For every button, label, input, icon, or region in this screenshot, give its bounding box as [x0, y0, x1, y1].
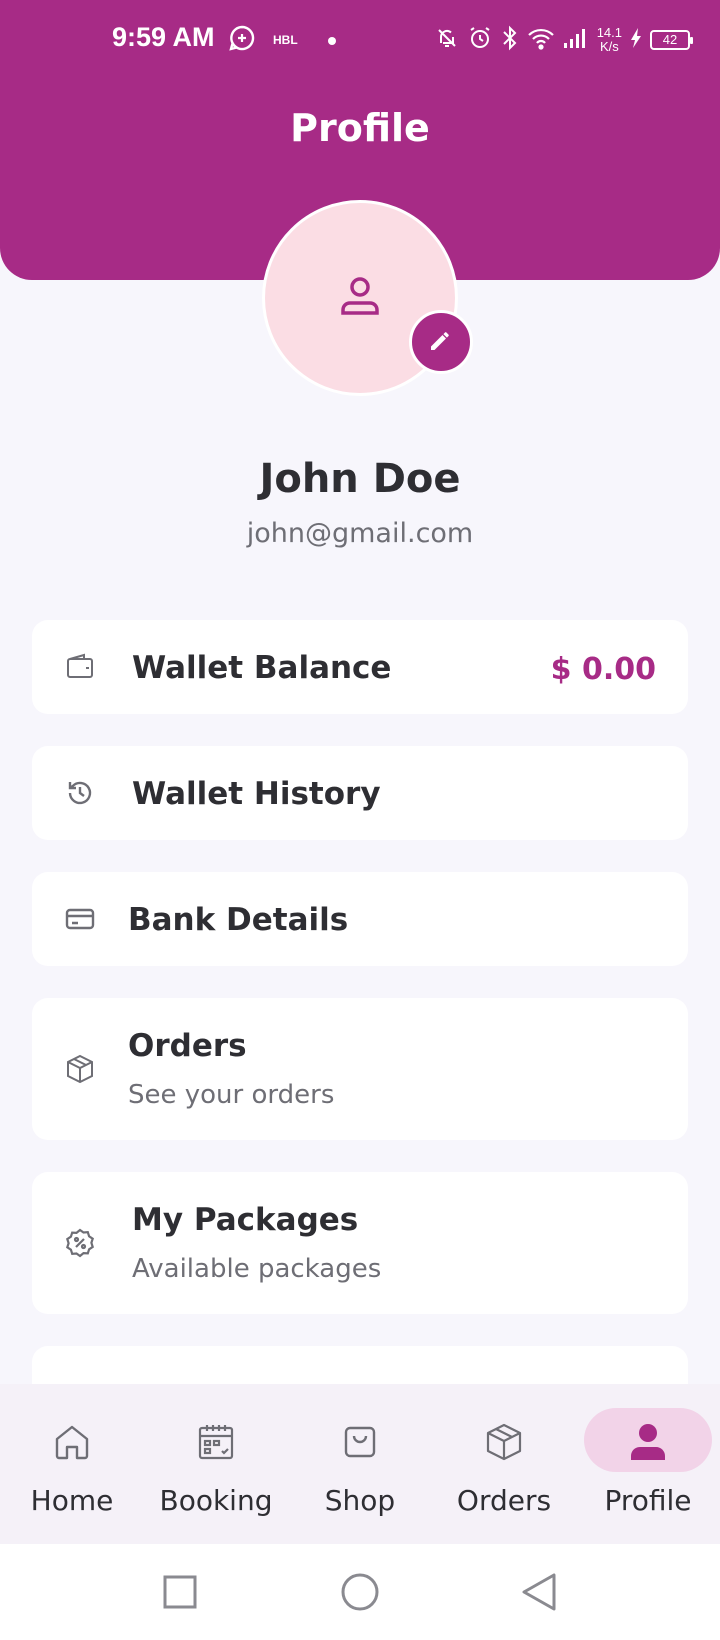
credit-card-icon	[64, 903, 96, 935]
recents-square-icon[interactable]	[162, 1574, 198, 1614]
bank-details-card[interactable]: Bank Details	[32, 872, 688, 966]
nav-profile[interactable]: Profile	[576, 1384, 720, 1544]
bottom-navigation: Home Booking Shop Orders Profile	[0, 1384, 720, 1544]
box-icon	[64, 1053, 96, 1085]
orders-label: Orders	[128, 1028, 247, 1064]
wallet-balance-card[interactable]: Wallet Balance $ 0.00	[32, 620, 688, 714]
wifi-icon	[527, 26, 555, 54]
wallet-icon	[64, 651, 96, 683]
calendar-icon	[194, 1420, 238, 1464]
nav-booking[interactable]: Booking	[144, 1384, 288, 1544]
person-icon	[626, 1420, 670, 1464]
battery-indicator: 42	[650, 30, 693, 50]
profile-name: John Doe	[259, 456, 461, 502]
history-icon	[64, 777, 96, 809]
nav-orders-label: Orders	[456, 1484, 552, 1517]
signal-icon	[563, 27, 589, 53]
nav-booking-label: Booking	[159, 1484, 273, 1517]
box-icon	[482, 1420, 526, 1464]
whatsapp-icon	[228, 24, 256, 56]
back-triangle-icon[interactable]	[520, 1572, 558, 1616]
discount-badge-icon	[64, 1227, 96, 1259]
carrier-badge: HBL	[273, 33, 298, 47]
orders-subtitle: See your orders	[128, 1080, 335, 1110]
shopping-bag-icon	[338, 1420, 382, 1464]
nav-home[interactable]: Home	[0, 1384, 144, 1544]
home-circle-icon[interactable]	[340, 1572, 380, 1616]
wallet-history-label: Wallet History	[132, 776, 381, 812]
alarm-icon	[467, 25, 493, 55]
status-bar: 9:59 AM HBL 14.1 K/s 42	[0, 0, 720, 80]
system-navigation-bar	[0, 1544, 720, 1640]
wallet-history-card[interactable]: Wallet History	[32, 746, 688, 840]
my-packages-card[interactable]: My Packages Available packages	[32, 1172, 688, 1314]
network-speed: 14.1 K/s	[596, 25, 622, 54]
bank-details-label: Bank Details	[128, 902, 349, 938]
bluetooth-icon	[501, 25, 519, 55]
my-packages-label: My Packages	[132, 1202, 359, 1238]
notification-dot	[328, 37, 336, 45]
edit-avatar-button[interactable]	[409, 310, 473, 374]
status-time: 9:59 AM	[112, 22, 215, 52]
nav-profile-label: Profile	[604, 1484, 692, 1517]
charging-icon	[630, 27, 642, 53]
wallet-balance-value: $ 0.00	[550, 652, 656, 687]
mute-bell-icon	[435, 26, 459, 54]
nav-shop[interactable]: Shop	[288, 1384, 432, 1544]
next-menu-card[interactable]	[32, 1346, 688, 1386]
profile-email: john@gmail.com	[246, 518, 474, 549]
nav-shop-label: Shop	[324, 1484, 396, 1517]
home-icon	[50, 1420, 94, 1464]
person-outline-icon	[337, 273, 383, 323]
nav-home-label: Home	[30, 1484, 114, 1517]
wallet-balance-label: Wallet Balance	[132, 650, 392, 686]
my-packages-subtitle: Available packages	[132, 1254, 382, 1284]
page-title: Profile	[290, 106, 430, 150]
nav-orders[interactable]: Orders	[432, 1384, 576, 1544]
orders-card[interactable]: Orders See your orders	[32, 998, 688, 1140]
pencil-icon	[427, 326, 455, 358]
